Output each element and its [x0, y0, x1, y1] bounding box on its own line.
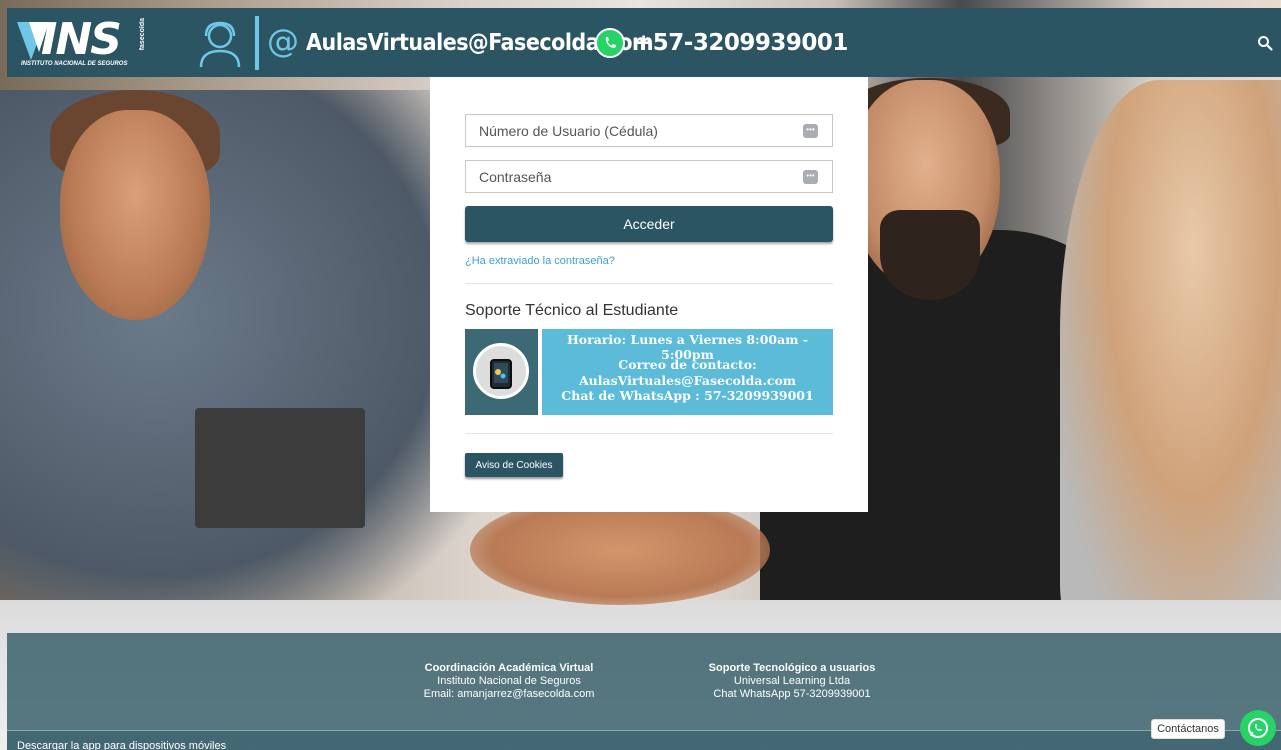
whatsapp-chat-button[interactable] — [1240, 710, 1276, 746]
footer-tech-support: Soporte Tecnológico a usuarios Universal… — [681, 662, 903, 701]
ins-logo[interactable]: INS INSTITUTO NACIONAL DE SEGUROS faseco… — [17, 14, 152, 72]
support-contact-email: AulasVirtuales@Fasecolda.com — [578, 373, 797, 388]
footer-col2-whatsapp[interactable]: Chat WhatsApp 57-3209939001 — [681, 688, 903, 701]
logo-vertical-text: fasecolda — [139, 18, 146, 51]
whatsapp-phone-glyph-icon — [605, 37, 616, 48]
password-field[interactable]: ••• — [465, 160, 833, 193]
support-whatsapp: Chat de WhatsApp : 57-3209939001 — [561, 388, 814, 403]
password-manager-icon[interactable]: ••• — [803, 170, 818, 184]
footer-col1-line1: Instituto Nacional de Seguros — [437, 675, 581, 687]
footer-col2-line1: Universal Learning Ltda — [733, 675, 851, 687]
background-beard-right — [880, 210, 980, 300]
smartphone-icon — [490, 359, 512, 389]
support-contact-heading: Correo de contacto: — [618, 357, 757, 372]
footer-academic-coordination: Coordinación Académica Virtual Instituto… — [403, 662, 615, 701]
contact-us-label[interactable]: Contáctanos — [1151, 719, 1225, 739]
background-person-woman — [1060, 80, 1281, 640]
footer: Coordinación Académica Virtual Instituto… — [7, 633, 1281, 730]
footer-col1-email[interactable]: Email: amanjarrez@fasecolda.com — [403, 688, 615, 701]
divider — [465, 283, 833, 284]
banner-info-panel: Horario: Lunes a Viernes 8:00am - 5:00pm… — [542, 329, 833, 415]
password-manager-icon[interactable]: ••• — [803, 124, 818, 138]
username-field[interactable]: ••• — [465, 114, 833, 147]
customer-support-icon — [199, 21, 241, 68]
banner-phone-panel — [465, 329, 538, 415]
username-input[interactable] — [466, 115, 796, 146]
login-card: ••• ••• Acceder ¿Ha extraviado la contra… — [430, 77, 868, 512]
login-button[interactable]: Acceder — [465, 206, 833, 242]
download-app-link[interactable]: Descargar la app para dispositivos móvil… — [17, 740, 226, 750]
logo-subtitle: INSTITUTO NACIONAL DE SEGUROS — [21, 61, 128, 67]
whatsapp-icon — [1248, 718, 1268, 738]
password-input[interactable] — [466, 161, 796, 192]
top-header: INS INSTITUTO NACIONAL DE SEGUROS faseco… — [7, 8, 1281, 77]
forgot-password-link[interactable]: ¿Ha extraviado la contraseña? — [465, 255, 615, 267]
download-app-bar: Descargar la app para dispositivos móvil… — [7, 730, 1281, 750]
search-icon[interactable] — [1257, 35, 1273, 51]
background-monitor — [195, 408, 365, 528]
support-title: Soporte Técnico al Estudiante — [465, 302, 679, 319]
footer-col1-title: Coordinación Académica Virtual — [424, 662, 594, 674]
cookies-notice-button[interactable]: Aviso de Cookies — [465, 453, 563, 477]
background-face-left — [60, 110, 210, 320]
header-divider — [255, 16, 259, 70]
support-banner: Horario: Lunes a Viernes 8:00am - 5:00pm… — [465, 329, 833, 415]
logo-text: INS — [41, 14, 122, 65]
footer-col2-title: Soporte Tecnológico a usuarios — [708, 662, 876, 674]
whatsapp-icon[interactable] — [595, 28, 625, 58]
header-phone[interactable]: +57-3209939001 — [634, 30, 848, 56]
at-sign-icon: @ — [267, 22, 299, 60]
divider — [465, 433, 833, 434]
